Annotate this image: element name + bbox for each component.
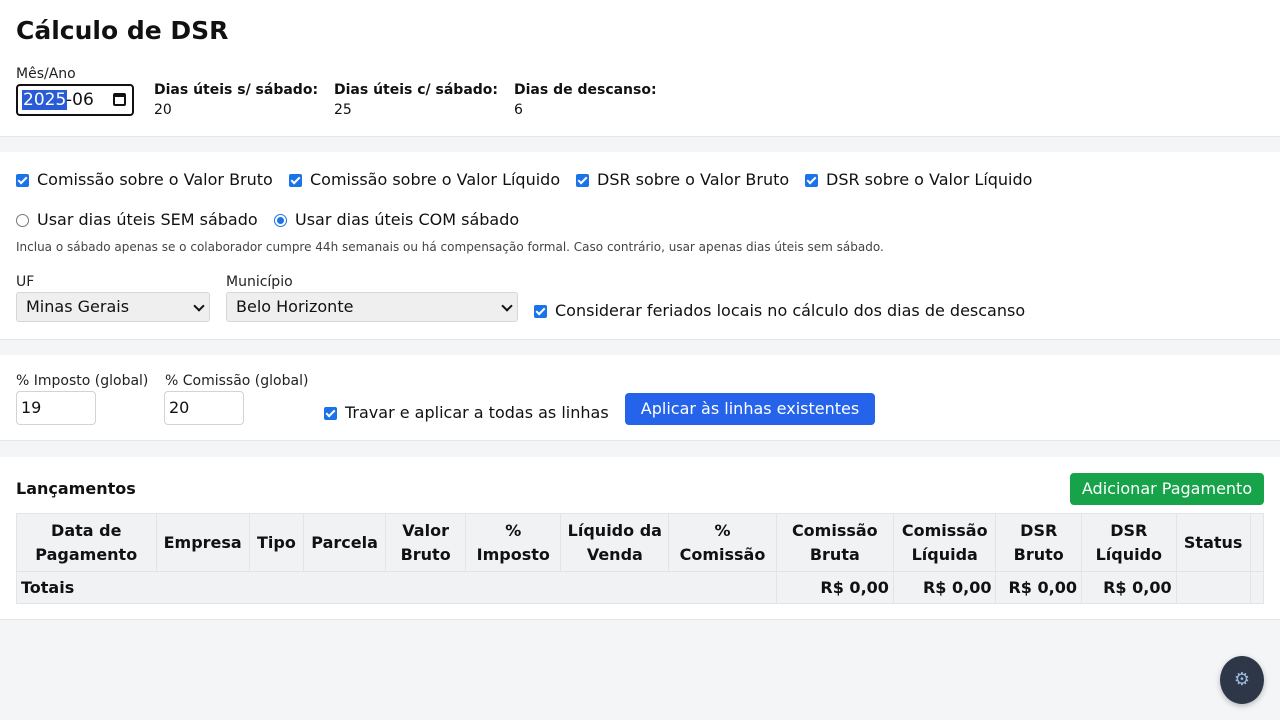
totals-status-cell xyxy=(1175,571,1251,604)
checkbox-dsr-gross[interactable] xyxy=(576,174,589,187)
column-header-text: Comissão xyxy=(901,520,988,540)
column-header-actions xyxy=(1249,513,1265,572)
stat-label-weekdays-no-saturday: Dias úteis s/ sábado: xyxy=(154,82,319,98)
uf-select[interactable]: Minas Gerais xyxy=(16,292,210,322)
total-commission-gross: R$ 0,00 xyxy=(775,571,894,604)
checkbox-lock-apply-all-label: Travar e aplicar a todas as linhas xyxy=(345,403,609,422)
column-header-text: Imposto xyxy=(476,544,550,564)
checkbox-local-holidays-label: Considerar feriados locais no cálculo do… xyxy=(555,301,1026,320)
column-header-text: Valor xyxy=(402,520,449,540)
saturday-help-note: Inclua o sábado apenas se o colaborador … xyxy=(16,240,884,254)
column-header-text: Bruto xyxy=(1013,544,1064,564)
column-header-commission-net: Comissão Líquida xyxy=(892,513,997,572)
column-header-text: % xyxy=(714,520,731,540)
total-dsr-net: R$ 0,00 xyxy=(1080,571,1177,604)
checkbox-dsr-gross-label: DSR sobre o Valor Bruto xyxy=(597,170,790,189)
column-header-text: Empresa xyxy=(163,532,242,552)
uf-label: UF xyxy=(16,274,35,290)
column-header-text: Tipo xyxy=(257,532,296,552)
column-header-text: Pagamento xyxy=(35,544,138,564)
column-header-text: DSR xyxy=(1020,520,1058,540)
column-header-dsr-net: DSR Líquido xyxy=(1080,513,1177,572)
municipio-label: Município xyxy=(226,274,293,290)
column-header-text: Líquido da xyxy=(567,520,662,540)
stat-value-weekdays-with-saturday: 25 xyxy=(334,102,352,118)
totals-label: Totais xyxy=(16,571,777,604)
checkbox-commission-net[interactable] xyxy=(289,174,302,187)
column-header-text: Venda xyxy=(586,544,643,564)
column-header-text: Comissão xyxy=(679,544,766,564)
checkbox-commission-gross[interactable] xyxy=(16,174,29,187)
column-header-text: Bruta xyxy=(809,544,860,564)
column-header-tax-percent: % Imposto xyxy=(465,513,562,572)
radio-weekdays-without-saturday-label: Usar dias úteis SEM sábado xyxy=(37,210,258,229)
commission-rate-label: % Comissão (global) xyxy=(165,373,309,389)
column-header-gross-value: Valor Bruto xyxy=(385,513,467,572)
chevron-down-icon xyxy=(501,300,513,312)
total-commission-net: R$ 0,00 xyxy=(892,571,997,604)
column-header-text: % xyxy=(505,520,522,540)
divider xyxy=(0,339,1280,340)
checkbox-lock-apply-all[interactable] xyxy=(324,407,337,420)
stat-value-rest-days: 6 xyxy=(514,102,523,118)
column-header-commission-gross: Comissão Bruta xyxy=(775,513,894,572)
totals-row: Totais R$ 0,00 R$ 0,00 R$ 0,00 R$ 0,00 xyxy=(16,571,1265,604)
checkbox-commission-net-label: Comissão sobre o Valor Líquido xyxy=(310,170,561,189)
stat-value-weekdays-no-saturday: 20 xyxy=(154,102,172,118)
column-header-date: Data de Pagamento xyxy=(16,513,157,572)
municipio-select-value: Belo Horizonte xyxy=(236,297,354,316)
settings-button[interactable]: ⚙ xyxy=(1220,656,1264,704)
column-header-net-sale: Líquido da Venda xyxy=(560,513,670,572)
radio-weekdays-without-saturday[interactable] xyxy=(16,214,29,227)
commission-rate-input[interactable]: 20 xyxy=(164,391,244,425)
column-header-company: Empresa xyxy=(155,513,250,572)
column-header-commission-percent: % Comissão xyxy=(668,513,777,572)
column-header-text: Bruto xyxy=(400,544,451,564)
column-header-text: Líquida xyxy=(911,544,978,564)
municipio-select[interactable]: Belo Horizonte xyxy=(226,292,518,322)
totals-actions-cell xyxy=(1249,571,1265,604)
divider xyxy=(0,136,1280,137)
apply-existing-rows-button[interactable]: Aplicar às linhas existentes xyxy=(625,393,875,425)
table-header-row: Data de Pagamento Empresa Tipo Parcela Valor B… xyxy=(16,513,1265,572)
header-card: Cálculo de DSR Mês/Ano 2025 -06 Dias úte… xyxy=(0,0,1280,136)
tax-rate-input[interactable]: 19 xyxy=(16,391,96,425)
checkbox-commission-gross-label: Comissão sobre o Valor Bruto xyxy=(37,170,273,189)
month-input-year: 2025 xyxy=(22,90,68,110)
chevron-down-icon xyxy=(193,300,205,312)
entries-title: Lançamentos xyxy=(16,479,136,498)
column-header-text: Comissão xyxy=(791,520,878,540)
entries-table: Data de Pagamento Empresa Tipo Parcela Valor B… xyxy=(16,513,1265,604)
column-header-dsr-gross: DSR Bruto xyxy=(995,513,1082,572)
tax-rate-label: % Imposto (global) xyxy=(16,373,149,389)
divider xyxy=(0,440,1280,441)
column-header-text: DSR xyxy=(1110,520,1148,540)
add-payment-button[interactable]: Adicionar Pagamento xyxy=(1070,473,1264,505)
total-dsr-gross: R$ 0,00 xyxy=(995,571,1082,604)
divider xyxy=(0,619,1280,620)
uf-select-value: Minas Gerais xyxy=(26,297,130,316)
stat-label-rest-days: Dias de descanso: xyxy=(514,82,657,98)
radio-weekdays-with-saturday-label: Usar dias úteis COM sábado xyxy=(295,210,520,229)
column-header-type: Tipo xyxy=(248,513,305,572)
checkbox-dsr-net-label: DSR sobre o Valor Líquido xyxy=(826,170,1033,189)
page-title: Cálculo de DSR xyxy=(16,16,229,45)
column-header-text: Parcela xyxy=(311,532,378,552)
column-header-status: Status xyxy=(1175,513,1251,572)
column-header-text: Status xyxy=(1183,532,1243,552)
calendar-icon[interactable] xyxy=(113,93,126,106)
column-header-text: Data de xyxy=(51,520,122,540)
column-header-installment: Parcela xyxy=(303,513,387,572)
month-input-month: -06 xyxy=(66,90,94,110)
column-header-text: Líquido xyxy=(1095,544,1163,564)
month-label: Mês/Ano xyxy=(16,66,76,82)
checkbox-local-holidays[interactable] xyxy=(534,305,547,318)
month-year-input[interactable]: 2025 -06 xyxy=(16,84,134,116)
gear-icon: ⚙ xyxy=(1233,669,1251,690)
stat-label-weekdays-with-saturday: Dias úteis c/ sábado: xyxy=(334,82,499,98)
checkbox-dsr-net[interactable] xyxy=(805,174,818,187)
radio-weekdays-with-saturday[interactable] xyxy=(274,214,287,227)
